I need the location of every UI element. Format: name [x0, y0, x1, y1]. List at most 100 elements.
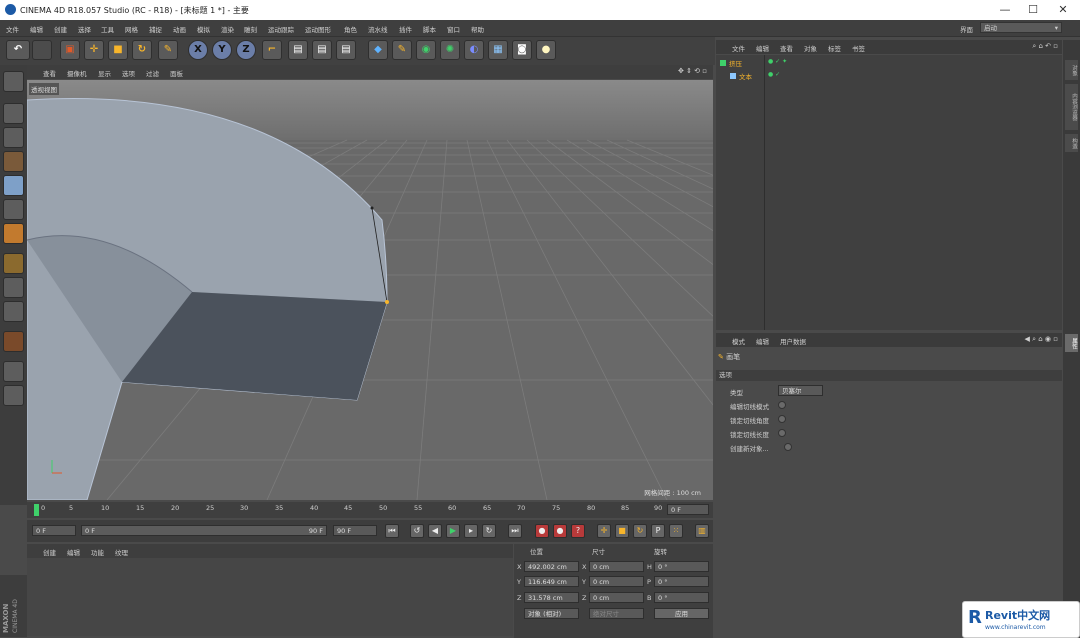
close-button[interactable]: ✕ — [1048, 3, 1078, 17]
timeline-window-icon[interactable]: ▥ — [695, 524, 709, 538]
menu-character[interactable]: 角色 — [344, 24, 357, 34]
go-to-start-button[interactable]: ⏮ — [385, 524, 399, 538]
go-to-end-button[interactable]: ⏭ — [508, 524, 522, 538]
deformer-icon[interactable]: ◐ — [464, 40, 484, 60]
workplane-grid-icon[interactable] — [3, 385, 24, 406]
menu-create[interactable]: 创建 — [54, 24, 67, 34]
texture-mode-icon[interactable] — [3, 127, 24, 148]
material-menu-create[interactable]: 创建 — [43, 547, 56, 557]
polygons-mode-icon[interactable] — [3, 223, 24, 244]
tab-attributes[interactable]: 属性 — [1065, 334, 1078, 352]
perspective-viewport[interactable]: 透视视图 网格间距 : 100 cm — [27, 80, 713, 500]
x-axis-button[interactable]: X — [188, 40, 208, 60]
rotate-icon[interactable]: ↻ — [132, 40, 152, 60]
object-row-extrude[interactable]: 挤压 — [720, 58, 742, 68]
tab-structure[interactable]: 构造 — [1065, 134, 1078, 152]
key-scale-icon[interactable]: ■ — [615, 524, 629, 538]
key-pla-icon[interactable]: ⁙ — [669, 524, 683, 538]
end-frame-field[interactable]: 90 F — [333, 525, 377, 536]
size-y-field[interactable]: 0 cm — [589, 576, 644, 587]
camera-icon[interactable]: ◙ — [512, 40, 532, 60]
tab-objects[interactable]: 对象 — [1065, 60, 1078, 80]
menu-edit[interactable]: 编辑 — [30, 24, 43, 34]
key-rotation-icon[interactable]: ↻ — [633, 524, 647, 538]
menu-pipeline[interactable]: 流水线 — [368, 24, 388, 34]
coordinate-system-icon[interactable]: ⌐ — [262, 40, 282, 60]
object-menu-view[interactable]: 查看 — [780, 43, 793, 53]
attribute-menu-user-data[interactable]: 用户数据 — [780, 336, 806, 346]
render-view-icon[interactable]: ▤ — [288, 40, 308, 60]
menu-plugins[interactable]: 插件 — [399, 24, 412, 34]
layout-select[interactable]: 启动 ▾ — [980, 22, 1062, 33]
preview-range-slider[interactable]: 0 F 90 F — [81, 525, 327, 536]
magnet-icon[interactable] — [3, 331, 24, 352]
floor-icon[interactable]: ▦ — [488, 40, 508, 60]
pen-icon[interactable]: ✎ — [392, 40, 412, 60]
subdivision-icon[interactable]: ◉ — [416, 40, 436, 60]
previous-key-button[interactable]: ↺ — [410, 524, 424, 538]
autokey-button[interactable]: ● — [553, 524, 567, 538]
menu-tools[interactable]: 工具 — [101, 24, 114, 34]
timeline-ruler[interactable]: 0 5 10 15 20 25 30 35 40 45 50 55 60 65 … — [27, 502, 713, 518]
object-row-text[interactable]: 文本 — [730, 71, 752, 81]
option-checkbox[interactable] — [784, 443, 792, 451]
material-menu-function[interactable]: 功能 — [91, 547, 104, 557]
edges-mode-icon[interactable] — [3, 199, 24, 220]
tweak-mode-icon[interactable] — [3, 277, 24, 298]
visibility-icon[interactable]: ● ✓ — [768, 71, 780, 78]
viewport-menu-filter[interactable]: 过滤 — [146, 68, 159, 78]
viewport-menu-camera[interactable]: 摄像机 — [67, 68, 87, 78]
pos-y-field[interactable]: 116.649 cm — [524, 576, 579, 587]
material-menu-texture[interactable]: 纹理 — [115, 547, 128, 557]
menu-script[interactable]: 脚本 — [423, 24, 436, 34]
option-checkbox[interactable] — [778, 429, 786, 437]
record-button[interactable]: ● — [535, 524, 549, 538]
render-picture-viewer-icon[interactable]: ▤ — [312, 40, 332, 60]
move-icon[interactable]: ✛ — [84, 40, 104, 60]
attribute-menu-edit[interactable]: 编辑 — [756, 336, 769, 346]
model-mode-icon[interactable] — [3, 103, 24, 124]
menu-render[interactable]: 渲染 — [221, 24, 234, 34]
option-checkbox[interactable] — [778, 401, 786, 409]
key-parameter-icon[interactable]: P — [651, 524, 665, 538]
menu-file[interactable]: 文件 — [6, 24, 19, 34]
menu-mograph[interactable]: 运动图形 — [305, 24, 331, 34]
menu-help[interactable]: 帮助 — [471, 24, 484, 34]
workplane-icon[interactable] — [3, 151, 24, 172]
rot-b-field[interactable]: 0 ° — [654, 592, 709, 603]
cloner-icon[interactable]: ✺ — [440, 40, 460, 60]
size-z-field[interactable]: 0 cm — [589, 592, 644, 603]
axis-mode-icon[interactable] — [3, 253, 24, 274]
viewport-nav-icons[interactable]: ✥ ⇕ ⟲ ▫ — [678, 67, 707, 75]
viewport-menu-options[interactable]: 选项 — [122, 68, 135, 78]
rot-p-field[interactable]: 0 ° — [654, 576, 709, 587]
tab-content-browser[interactable]: 内容浏览器 — [1065, 84, 1078, 130]
menu-snap[interactable]: 捕捉 — [149, 24, 162, 34]
next-frame-button[interactable]: ▸ — [464, 524, 478, 538]
visibility-icon[interactable]: ● ✓ ✦ — [768, 58, 787, 65]
object-menu-objects[interactable]: 对象 — [804, 43, 817, 53]
menu-window[interactable]: 窗口 — [447, 24, 460, 34]
recent-tool-icon[interactable]: ✎ — [158, 40, 178, 60]
z-axis-button[interactable]: Z — [236, 40, 256, 60]
pos-x-field[interactable]: 492.002 cm — [524, 561, 579, 572]
material-menu-edit[interactable]: 编辑 — [67, 547, 80, 557]
maximize-button[interactable]: ☐ — [1018, 3, 1048, 17]
attribute-nav-icons[interactable]: ◀ ⌕ ⌂ ◉ ▫ — [1025, 335, 1059, 344]
option-checkbox[interactable] — [778, 415, 786, 423]
object-menu-edit[interactable]: 编辑 — [756, 43, 769, 53]
menu-mesh[interactable]: 网格 — [125, 24, 138, 34]
pos-z-field[interactable]: 31.578 cm — [524, 592, 579, 603]
render-settings-icon[interactable]: ▤ — [336, 40, 356, 60]
make-editable-icon[interactable] — [3, 71, 24, 92]
size-mode-select[interactable]: 绝对尺寸 — [589, 608, 644, 619]
scale-icon[interactable]: ■ — [108, 40, 128, 60]
points-mode-icon[interactable] — [3, 175, 24, 196]
viewport-menu-panel[interactable]: 面板 — [170, 68, 183, 78]
live-selection-icon[interactable]: ▣ — [60, 40, 80, 60]
minimize-button[interactable]: — — [990, 3, 1020, 17]
material-manager-area[interactable] — [27, 558, 513, 636]
menu-animate[interactable]: 动画 — [173, 24, 186, 34]
menu-motion-tracking[interactable]: 运动跟踪 — [268, 24, 294, 34]
object-menu-bookmarks[interactable]: 书签 — [852, 43, 865, 53]
